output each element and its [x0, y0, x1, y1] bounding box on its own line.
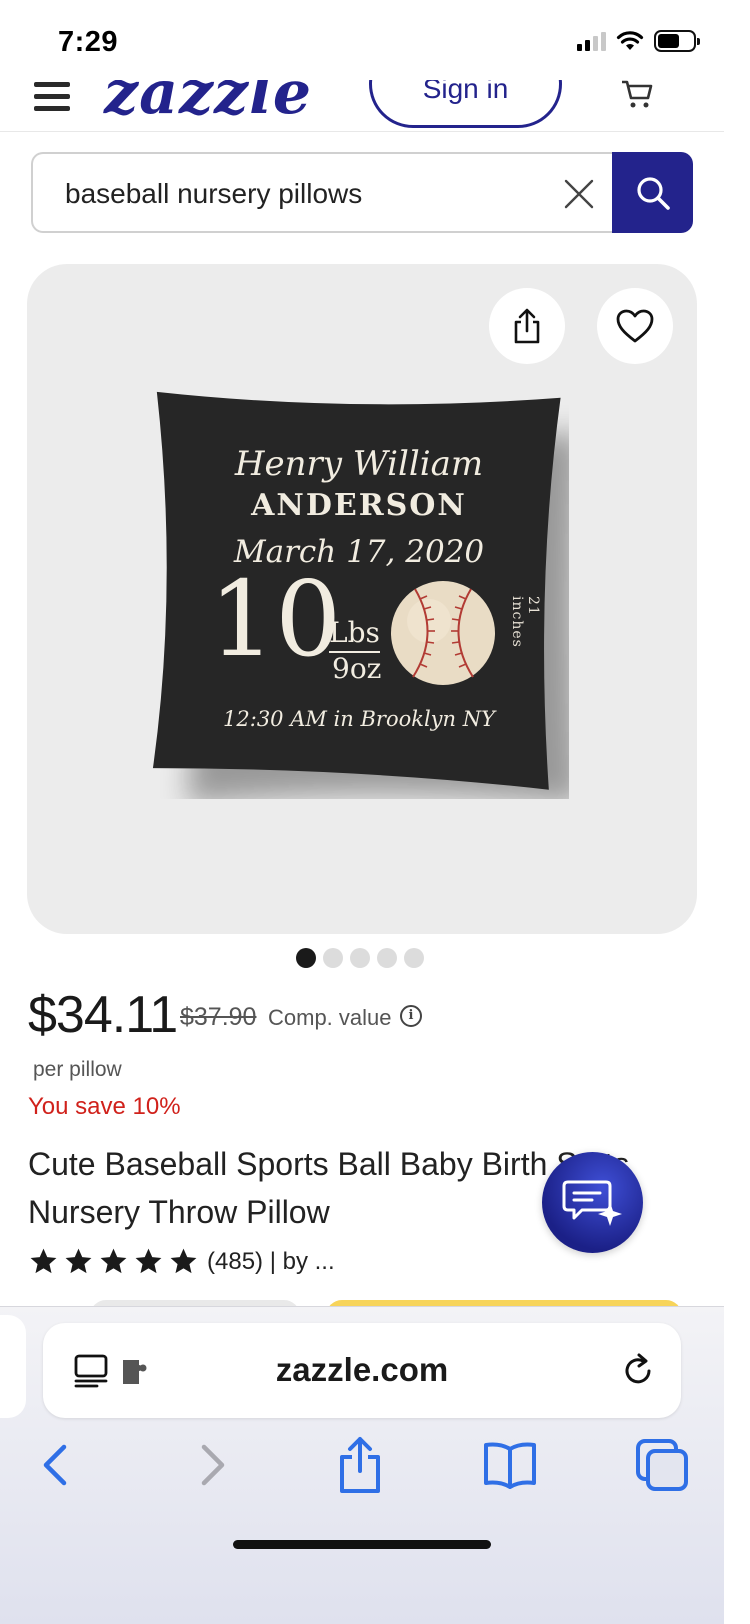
- sign-in-button[interactable]: Sign in: [369, 80, 562, 128]
- wifi-icon: [616, 31, 644, 50]
- search-icon: [636, 176, 670, 210]
- home-indicator[interactable]: [233, 1540, 491, 1549]
- baseball-icon: [391, 581, 495, 685]
- search-input[interactable]: baseball nursery pillows: [31, 152, 621, 233]
- site-header: zazzle Sign in: [0, 80, 724, 132]
- star-icon: [100, 1248, 127, 1274]
- back-icon[interactable]: [26, 1435, 86, 1495]
- heart-icon: [616, 309, 654, 343]
- search-query-text: baseball nursery pillows: [65, 178, 363, 209]
- tabs-icon[interactable]: [632, 1435, 692, 1495]
- carousel-dot[interactable]: [404, 948, 424, 968]
- pillow-last-name: ANDERSON: [251, 488, 467, 523]
- original-price: $37.90: [180, 1003, 257, 1031]
- pillow-time-place: 12:30 AM in Brooklyn NY: [223, 707, 495, 731]
- pillow-lbs-label: Lbs: [329, 616, 380, 653]
- rating-count-text: (485) | by ...: [207, 1247, 335, 1275]
- zazzle-logo[interactable]: zazzle: [104, 80, 312, 128]
- pillow-first-middle-name: Henry William: [234, 444, 484, 484]
- comp-value-label: Comp. value: [268, 1005, 392, 1030]
- star-icon: [30, 1248, 57, 1274]
- forward-icon[interactable]: [182, 1435, 242, 1495]
- previous-tab-preview[interactable]: [0, 1315, 26, 1418]
- product-rating[interactable]: (485) | by ...: [28, 1246, 335, 1277]
- product-price: $34.11: [28, 986, 178, 1044]
- carousel-dot[interactable]: [350, 948, 370, 968]
- pillow-weight-lbs: 10: [209, 558, 342, 680]
- status-icons: [577, 30, 700, 52]
- bookmarks-icon[interactable]: [480, 1435, 540, 1495]
- star-icon: [135, 1248, 162, 1274]
- star-icon: [170, 1248, 197, 1274]
- info-icon[interactable]: i: [400, 1005, 422, 1027]
- reload-icon[interactable]: [619, 1352, 657, 1390]
- chat-sparkle-icon: [562, 1180, 622, 1226]
- search-button[interactable]: [612, 152, 693, 233]
- cart-icon[interactable]: [620, 80, 654, 110]
- favorite-button[interactable]: [597, 288, 673, 364]
- url-text: zazzle.com: [275, 1351, 449, 1388]
- address-bar[interactable]: zazzle.com: [43, 1323, 681, 1418]
- pillow-length-label: 21 inches: [509, 596, 541, 648]
- carousel-dot[interactable]: [323, 948, 343, 968]
- pillow-weight-oz: 9oz: [332, 652, 382, 685]
- menu-icon[interactable]: [34, 82, 70, 111]
- carousel-dot[interactable]: [377, 948, 397, 968]
- status-bar: 7:29: [0, 0, 724, 80]
- rating-stars: [28, 1246, 199, 1277]
- product-image-carousel[interactable]: Henry William ANDERSON March 17, 2020 10…: [27, 264, 697, 934]
- share-button[interactable]: [489, 288, 565, 364]
- status-time: 7:29: [58, 26, 119, 58]
- search-bar: baseball nursery pillows: [31, 152, 693, 233]
- browser-chrome: zazzle.com: [0, 1306, 724, 1624]
- star-icon: [65, 1248, 92, 1274]
- price-unit: per pillow: [33, 1058, 122, 1081]
- browser-toolbar: [0, 1435, 724, 1501]
- clear-search-icon[interactable]: [559, 174, 599, 214]
- carousel-dot[interactable]: [296, 948, 316, 968]
- share-icon[interactable]: [330, 1435, 390, 1495]
- share-icon: [514, 308, 540, 344]
- product-image-pillow: Henry William ANDERSON March 17, 2020 10…: [149, 384, 569, 799]
- savings-text: You save 10%: [28, 1093, 181, 1120]
- chat-assistant-button[interactable]: [542, 1152, 643, 1253]
- signal-icon: [577, 31, 606, 51]
- battery-icon: [654, 30, 700, 52]
- carousel-dots: [296, 948, 424, 968]
